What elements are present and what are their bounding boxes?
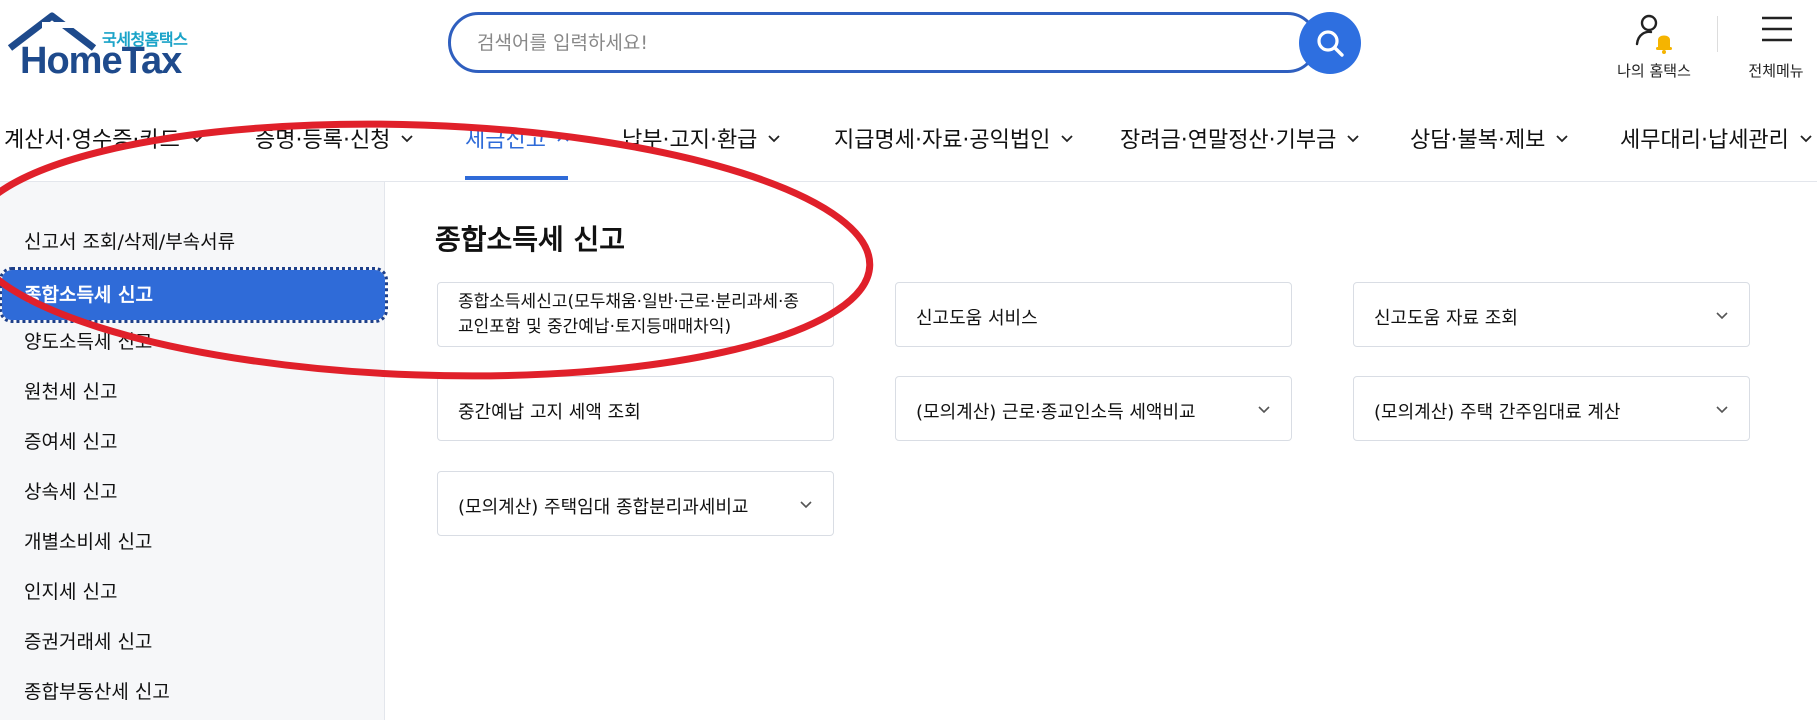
gnb-tab-label: 지급명세·자료·공익법인 [834,128,1051,153]
sidebar-item-return-inquiry[interactable]: 신고서 조회/삭제/부속서류 [24,227,235,257]
chevron-down-icon [1800,135,1812,143]
card-label: (모의계산) 주택 간주임대료 계산 [1374,402,1621,423]
sidebar-item-inheritance-tax[interactable]: 상속세 신고 [24,477,117,507]
all-menu-label: 전체메뉴 [1748,62,1804,80]
active-tab-indicator [465,176,568,180]
card-interim-prepayment[interactable]: 중간예납 고지 세액 조회 [437,376,834,441]
card-mock-housing-rental[interactable]: (모의계산) 주택임대 종합분리과세비교 [437,471,834,536]
sidebar-item-capital-gains-tax[interactable]: 양도소득세 신고 [24,327,152,357]
chevron-down-icon [1061,135,1074,143]
gnb-tab-payment-statement[interactable]: 지급명세·자료·공익법인 [834,118,1074,158]
user-bell-icon [1635,14,1672,54]
gnb-tab-label: 세금신고 [465,128,546,153]
gnb-tab-label: 세무대리·납세관리 [1620,128,1789,153]
chevron-down-icon [1716,312,1728,320]
chevron-down-icon [1258,406,1270,414]
search-bar [448,12,1318,73]
page-title: 종합소득세 신고 [435,223,626,256]
chevron-down-icon [191,135,203,143]
search-icon [1317,30,1344,57]
sidebar-item-consumption-tax[interactable]: 개별소비세 신고 [24,527,152,557]
header-divider [1717,16,1718,52]
gnb-tab-certificate[interactable]: 증명·등록·신청 [255,118,414,158]
sidebar: 신고서 조회/삭제/부속서류 종합소득세 신고 양도소득세 신고 원천세 신고 … [0,182,388,720]
all-menu-button[interactable]: 전체메뉴 [1740,8,1812,80]
chevron-down-icon [800,501,812,509]
gnb-tab-payment[interactable]: 납부·고지·환급 [622,118,781,158]
chevron-down-icon [1347,135,1360,143]
sidebar-item-stamp-tax[interactable]: 인지세 신고 [24,577,117,607]
sidebar-item-gift-tax[interactable]: 증여세 신고 [24,427,117,457]
card-label: 신고도움 자료 조회 [1374,308,1518,329]
card-filing-help-service[interactable]: 신고도움 서비스 [895,282,1292,347]
chevron-down-icon [1716,406,1728,414]
sidebar-item-property-tax[interactable]: 종합부동산세 신고 [24,677,170,707]
gnb-tab-tax-filing[interactable]: 세금신고 [465,118,570,158]
chevron-down-icon [401,135,414,143]
card-label: 중간예납 고지 세액 조회 [458,402,641,423]
card-label: 종합소득세신고(모두채움·일반·근로·분리과세·종교인포함 및 중간예납·토지등… [458,292,800,337]
hometax-logo[interactable]: 국세청홈택스 HomeTax [6,12,196,82]
gnb-tab-invoice[interactable]: 계산서·영수증·카드 [4,118,204,158]
my-hometax-button[interactable]: 나의 홈택스 [1604,8,1704,80]
logo-title: HomeTax [20,40,182,82]
card-mock-deemed-rent[interactable]: (모의계산) 주택 간주임대료 계산 [1353,376,1750,441]
card-filing-help-data[interactable]: 신고도움 자료 조회 [1353,282,1750,347]
hamburger-menu-icon [1762,16,1792,42]
gnb-tab-label: 상담·불복·제보 [1410,128,1546,153]
gnb-tab-label: 증명·등록·신청 [255,128,391,153]
chevron-down-icon [768,135,781,143]
search-input[interactable] [477,30,1237,56]
sidebar-item-global-income-tax[interactable]: 종합소득세 신고 [0,267,388,323]
gnb-tab-label: 납부·고지·환급 [622,128,758,153]
gnb-tab-consultation[interactable]: 상담·불복·제보 [1410,118,1569,158]
sidebar-item-securities-tax[interactable]: 증권거래세 신고 [24,627,152,657]
global-nav: 계산서·영수증·카드 증명·등록·신청 세금신고 납부·고지·환급 지급명세·자… [0,96,1817,182]
search-button[interactable] [1299,12,1361,74]
gnb-tab-incentives[interactable]: 장려금·연말정산·기부금 [1120,118,1360,158]
card-mock-earned-income[interactable]: (모의계산) 근로·종교인소득 세액비교 [895,376,1292,441]
header: 국세청홈택스 HomeTax 나의 홈택스 전체메뉴 [0,0,1817,96]
sidebar-item-withholding-tax[interactable]: 원천세 신고 [24,377,117,407]
sidebar-item-label: 종합소득세 신고 [24,284,153,306]
gnb-tab-label: 장려금·연말정산·기부금 [1120,128,1337,153]
card-label: (모의계산) 근로·종교인소득 세액비교 [916,402,1196,423]
gnb-tab-tax-agent[interactable]: 세무대리·납세관리 [1620,118,1813,158]
gnb-tab-label: 계산서·영수증·카드 [4,128,180,153]
card-label: 신고도움 서비스 [916,308,1038,329]
my-hometax-label: 나의 홈택스 [1617,62,1691,80]
card-global-income-filing[interactable]: 종합소득세신고(모두채움·일반·근로·분리과세·종교인포함 및 중간예납·토지등… [437,282,834,347]
card-label: (모의계산) 주택임대 종합분리과세비교 [458,497,749,518]
chevron-down-icon [1556,135,1569,143]
chevron-up-icon [557,134,569,142]
